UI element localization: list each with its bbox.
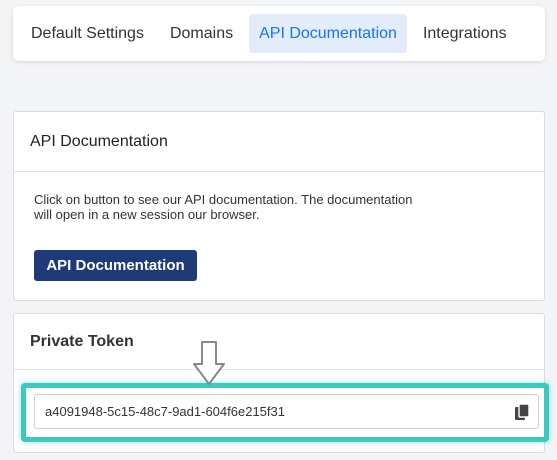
api-documentation-card: API Documentation Click on button to see… (13, 111, 545, 301)
down-arrow-icon (193, 341, 225, 385)
private-token-card-title: Private Token (14, 314, 544, 370)
tab-domains[interactable]: Domains (160, 14, 243, 53)
api-documentation-card-title: API Documentation (14, 112, 544, 172)
private-token-field (34, 394, 539, 429)
settings-tab-bar: Default Settings Domains API Documentati… (13, 6, 545, 61)
api-documentation-button[interactable]: API Documentation (34, 250, 197, 281)
tab-integrations[interactable]: Integrations (413, 14, 517, 53)
tab-default-settings[interactable]: Default Settings (21, 14, 154, 53)
tab-api-documentation[interactable]: API Documentation (249, 14, 407, 53)
private-token-input[interactable] (45, 404, 505, 419)
copy-icon[interactable] (514, 403, 530, 421)
api-documentation-description: Click on button to see our API documenta… (34, 192, 413, 222)
